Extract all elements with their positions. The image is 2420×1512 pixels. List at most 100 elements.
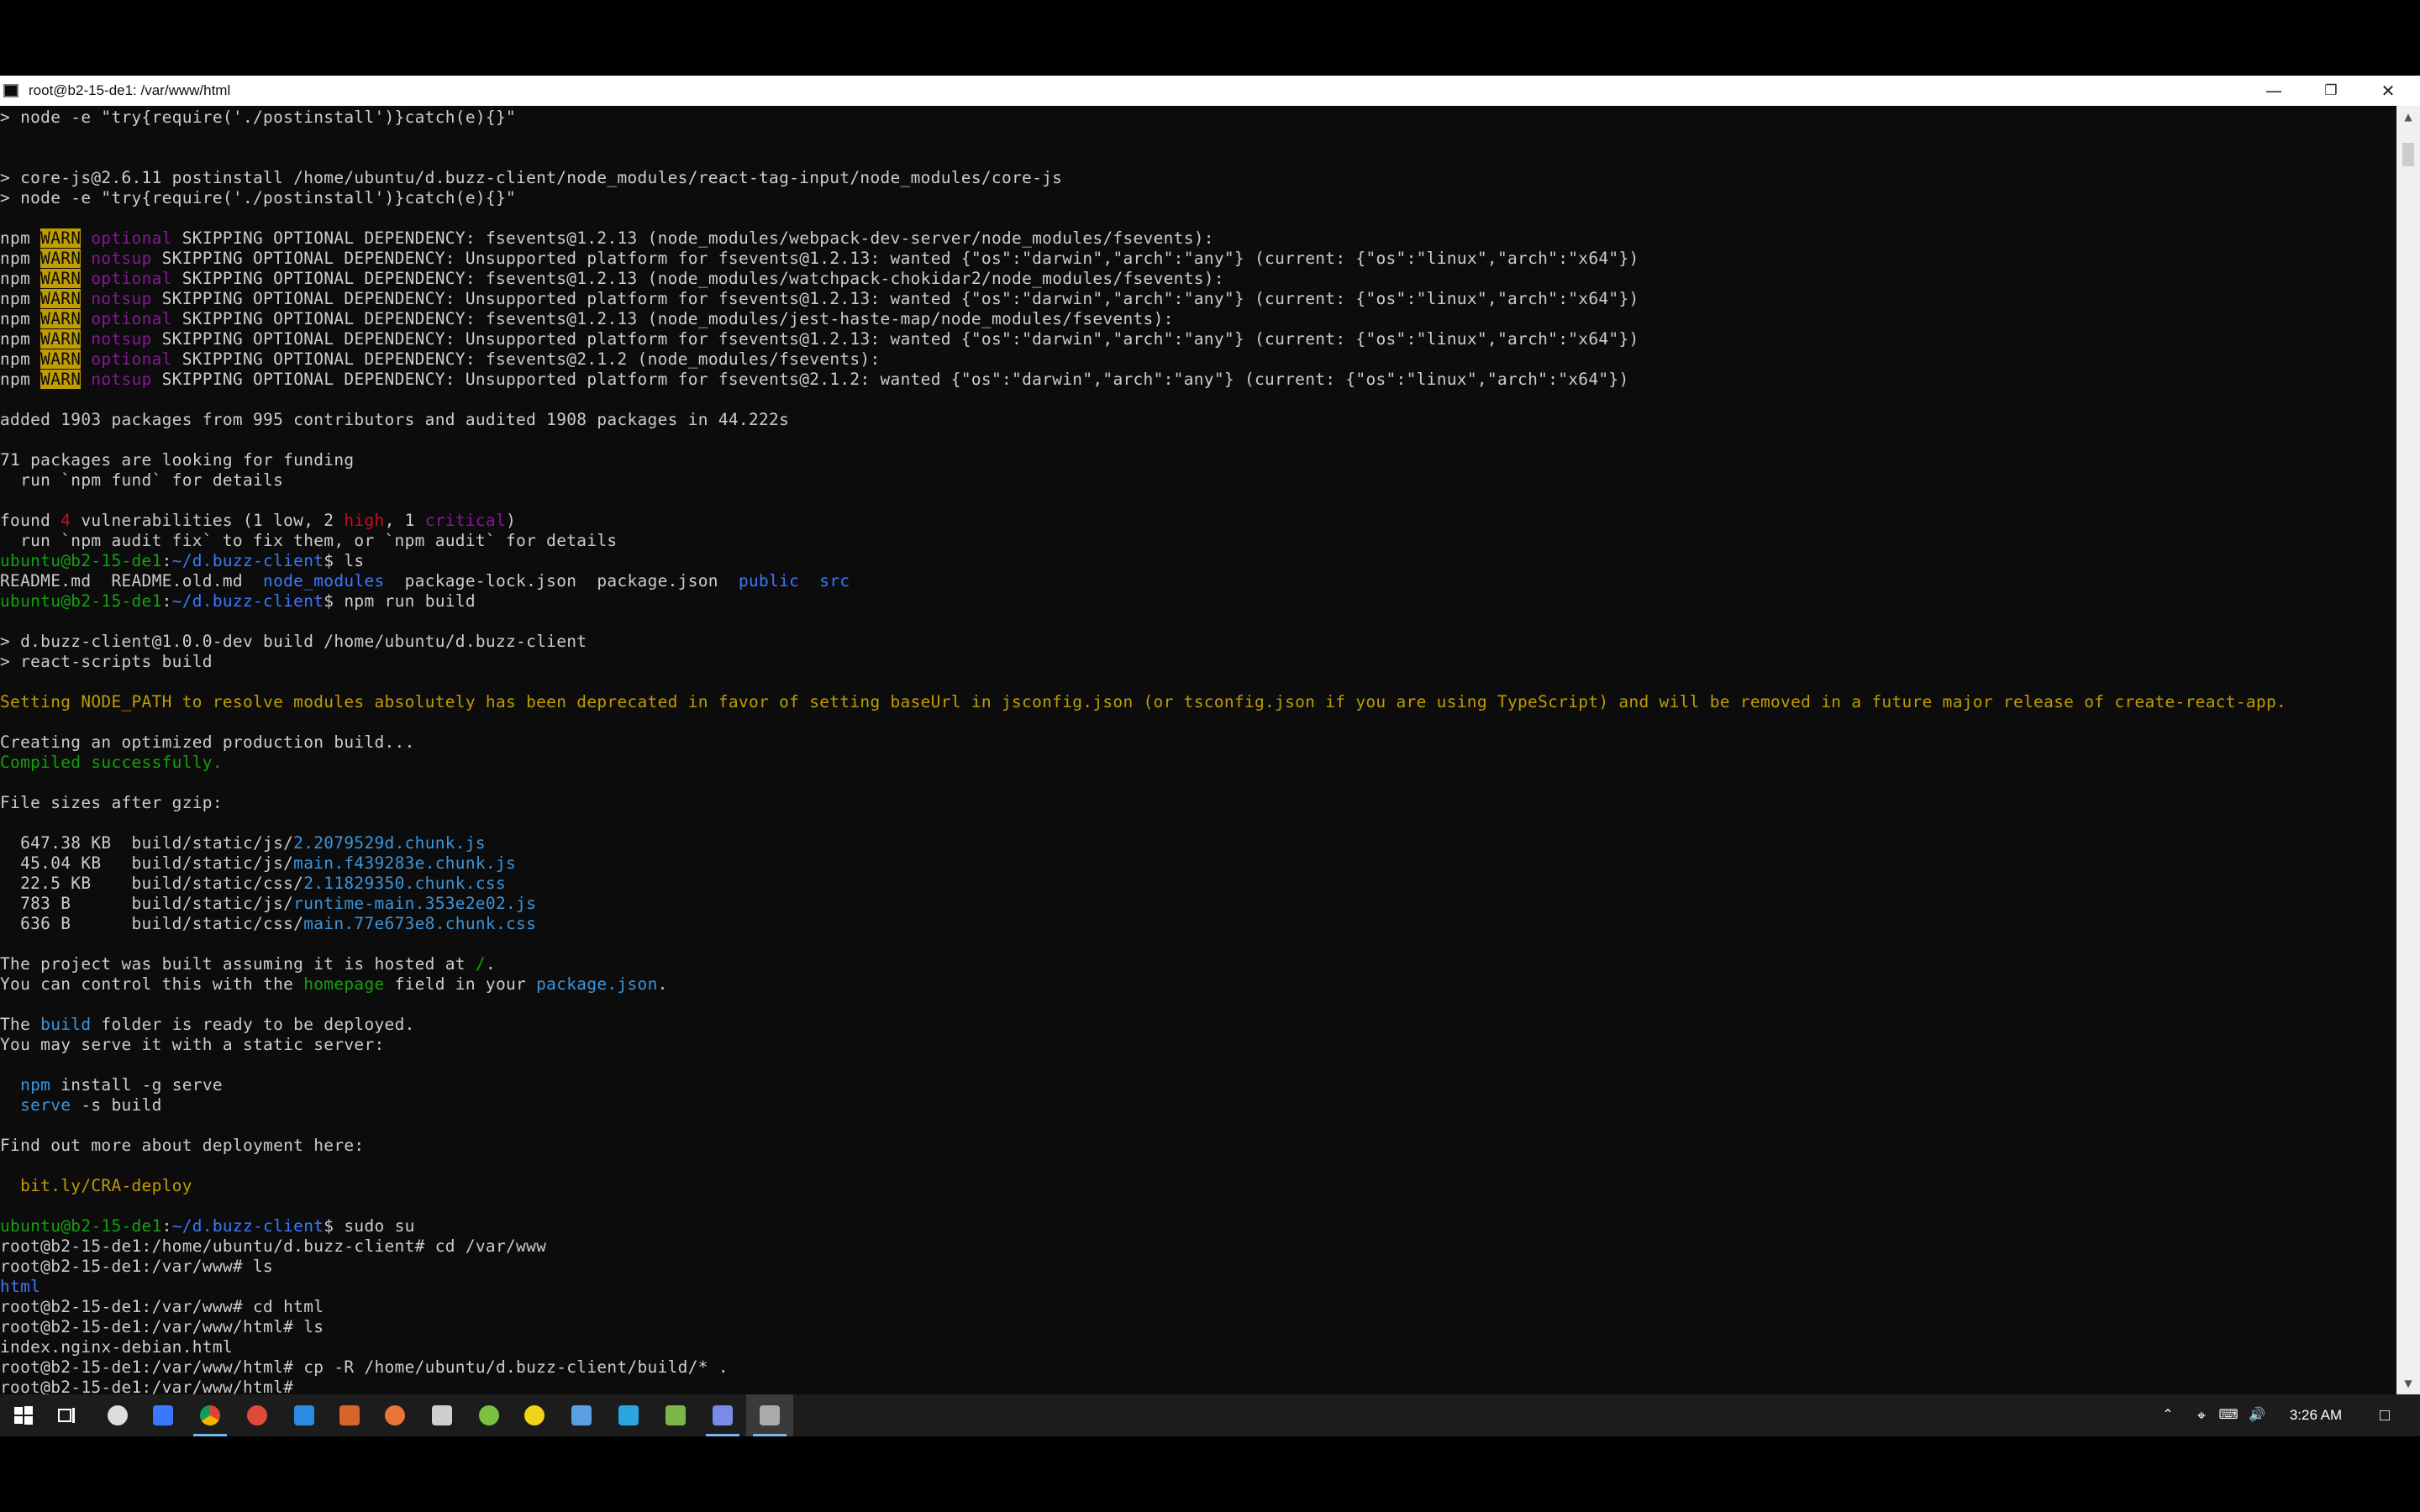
- terminal-text: 4: [60, 511, 71, 530]
- terminal-line: Compiled successfully.: [0, 753, 2286, 773]
- terminal-line: serve -s build: [0, 1095, 2286, 1116]
- terminal-text: README.md README.old.md: [0, 571, 264, 591]
- terminal-text: WARN: [40, 349, 82, 369]
- terminal-line: > core-js@2.6.11 postinstall /home/ubunt…: [0, 168, 2286, 188]
- terminal-line: > d.buzz-client@1.0.0-dev build /home/ub…: [0, 632, 2286, 652]
- terminal-text: optional: [91, 228, 172, 248]
- circle-app-icon: [108, 1405, 128, 1425]
- taskbar-app-chrome[interactable]: [187, 1394, 234, 1436]
- terminal-line: root@b2-15-de1:/home/ubuntu/d.buzz-clien…: [0, 1236, 2286, 1257]
- terminal-text: ): [506, 511, 517, 530]
- terminal-text: optional: [91, 349, 172, 369]
- terminal-line: html: [0, 1277, 2286, 1297]
- taskbar-app-9[interactable]: [466, 1394, 513, 1436]
- terminal-text: File sizes after gzip:: [0, 793, 223, 812]
- terminal-text: You can control this with the: [0, 974, 304, 994]
- terminal-line: npm WARN notsup SKIPPING OPTIONAL DEPEND…: [0, 370, 2286, 390]
- terminal-line: root@b2-15-de1:/var/www# cd html: [0, 1297, 2286, 1317]
- terminal-line: > react-scripts build: [0, 652, 2286, 672]
- keyboard-icon[interactable]: ⌨: [2217, 1394, 2240, 1436]
- filezilla-icon: [339, 1405, 360, 1425]
- taskbar-app-vscode[interactable]: [281, 1394, 328, 1436]
- terminal-line: The project was built assuming it is hos…: [0, 954, 2286, 974]
- terminal-text: high: [344, 511, 385, 530]
- terminal-line: npm WARN optional SKIPPING OPTIONAL DEPE…: [0, 269, 2286, 289]
- terminal-text: .: [657, 974, 668, 994]
- task-view-button[interactable]: [44, 1394, 91, 1436]
- terminal-line: 22.5 KB build/static/css/2.11829350.chun…: [0, 874, 2286, 894]
- windows-logo-icon: [13, 1405, 34, 1425]
- browser-icon: [247, 1405, 267, 1425]
- taskbar-app-8[interactable]: [418, 1394, 466, 1436]
- terminal-line: root@b2-15-de1:/var/www/html# ls: [0, 1317, 2286, 1337]
- scroll-thumb[interactable]: [2402, 143, 2414, 166]
- terminal-text: npm: [0, 228, 41, 248]
- terminal-line: index.nginx-debian.html: [0, 1337, 2286, 1357]
- terminal-line: npm WARN optional SKIPPING OPTIONAL DEPE…: [0, 228, 2286, 249]
- terminal-text: SKIPPING OPTIONAL DEPENDENCY: Unsupporte…: [151, 289, 1639, 308]
- terminal-text: critical: [424, 511, 507, 530]
- taskbar-app-4[interactable]: [234, 1394, 281, 1436]
- taskbar-app-6[interactable]: [326, 1394, 373, 1436]
- vertical-scrollbar[interactable]: ▲ ▼: [2396, 106, 2420, 1394]
- terminal-text: SKIPPING OPTIONAL DEPENDENCY: fsevents@1…: [171, 269, 1224, 288]
- taskbar-app-telegram[interactable]: [605, 1394, 652, 1436]
- terminal-line: > node -e "try{require('./postinstall')}…: [0, 188, 2286, 208]
- taskbar-app-2[interactable]: [139, 1394, 187, 1436]
- close-button[interactable]: ✕: [2360, 76, 2417, 106]
- notes-icon: [153, 1405, 173, 1425]
- terminal-text: .: [485, 954, 496, 974]
- terminal-text: $ npm run build: [324, 591, 476, 611]
- taskbar-app-11[interactable]: [558, 1394, 605, 1436]
- terminal-text: optional: [91, 269, 172, 288]
- volume-icon[interactable]: 🔊: [2245, 1394, 2269, 1436]
- terminal-line: Creating an optimized production build..…: [0, 732, 2286, 753]
- window-icon: [571, 1405, 592, 1425]
- taskbar-app-terminal[interactable]: [746, 1394, 793, 1436]
- terminal-line: Setting NODE_PATH to resolve modules abs…: [0, 692, 2286, 712]
- terminal-text: npm: [20, 1075, 51, 1095]
- terminal-text: npm: [0, 329, 41, 349]
- terminal-text: :: [161, 591, 172, 611]
- terminal-text: > core-js@2.6.11 postinstall /home/ubunt…: [0, 168, 1063, 187]
- terminal-output[interactable]: > node -e "try{require('./postinstall')}…: [0, 106, 2396, 1394]
- clock[interactable]: 3:26 AM: [2274, 1394, 2358, 1436]
- taskbar-app-7[interactable]: [371, 1394, 418, 1436]
- network-icon[interactable]: ⌖: [2190, 1394, 2213, 1436]
- terminal-text: run `npm audit fix` to fix them, or `npm…: [0, 531, 618, 550]
- window-titlebar[interactable]: root@b2-15-de1: /var/www/html — ❐ ✕: [0, 76, 2420, 106]
- terminal-line: npm WARN optional SKIPPING OPTIONAL DEPE…: [0, 349, 2286, 370]
- terminal-text: 647.38 KB build/static/js/: [0, 833, 294, 853]
- scroll-down-icon[interactable]: ▼: [2396, 1373, 2420, 1394]
- taskbar-app-15[interactable]: [699, 1394, 746, 1436]
- terminal-text: root@b2-15-de1:/var/www/html# cp -R /hom…: [0, 1357, 729, 1377]
- terminal-text: WARN: [40, 269, 82, 288]
- minimize-button[interactable]: —: [2245, 76, 2302, 106]
- taskbar: ⌃ ⌖ ⌨ 🔊 3:26 AM □: [0, 1394, 2420, 1436]
- restore-button[interactable]: ❐: [2302, 76, 2360, 106]
- show-hidden-icons-icon[interactable]: ⌃: [2156, 1394, 2180, 1436]
- terminal-text: :: [161, 1216, 172, 1236]
- terminal-line: npm WARN notsup SKIPPING OPTIONAL DEPEND…: [0, 289, 2286, 309]
- terminal-text: root@b2-15-de1:/var/www/html#: [0, 1378, 304, 1394]
- taskbar-app-10[interactable]: [511, 1394, 558, 1436]
- start-button[interactable]: [0, 1394, 47, 1436]
- app-icon: [524, 1405, 544, 1425]
- taskbar-app-1[interactable]: [94, 1394, 141, 1436]
- scroll-up-icon[interactable]: ▲: [2396, 106, 2420, 128]
- notifications-icon[interactable]: □: [2366, 1394, 2403, 1436]
- terminal-line: run `npm audit fix` to fix them, or `npm…: [0, 531, 2286, 551]
- terminal-line: Find out more about deployment here:: [0, 1136, 2286, 1156]
- terminal-text: _: [303, 1378, 314, 1394]
- terminal-text: Compiled successfully.: [0, 753, 223, 772]
- smile-icon: [479, 1405, 499, 1425]
- taskbar-app-excel[interactable]: [652, 1394, 699, 1436]
- terminal-text: $ ls: [324, 551, 365, 570]
- terminal-text: field in your: [384, 974, 537, 994]
